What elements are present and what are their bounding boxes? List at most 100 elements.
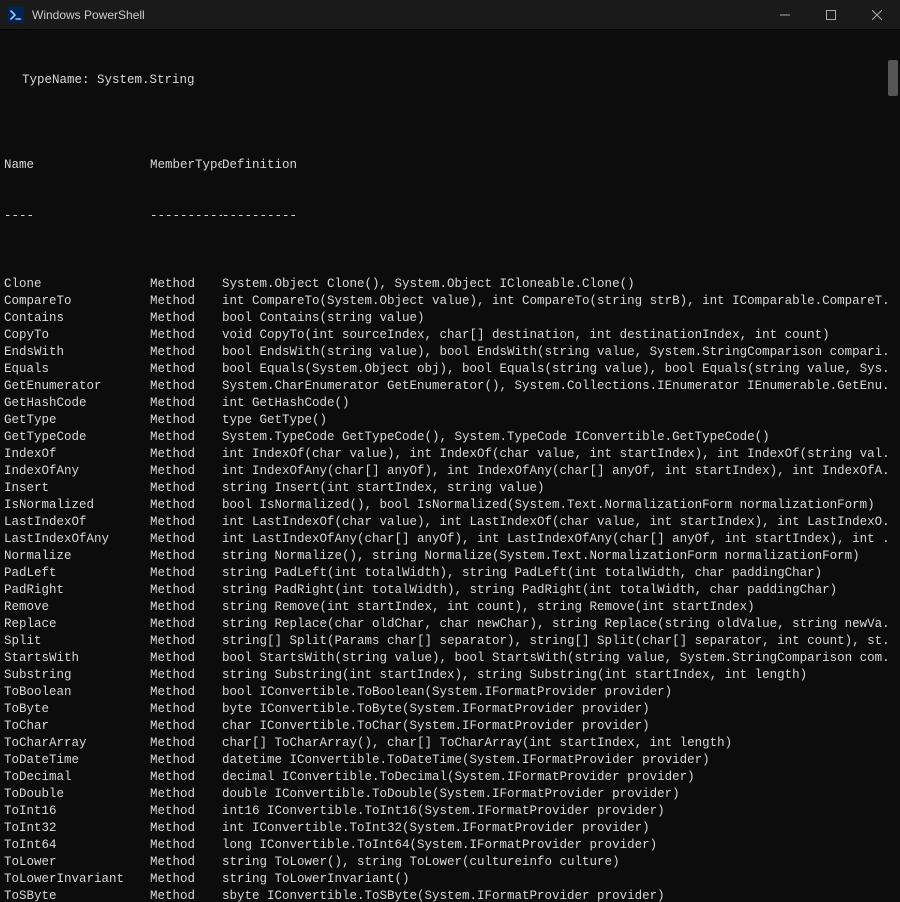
member-name: StartsWith [4, 650, 150, 667]
member-type: Method [150, 582, 222, 599]
member-name: ToInt32 [4, 820, 150, 837]
member-type: Method [150, 871, 222, 888]
member-type: Method [150, 854, 222, 871]
member-row: SplitMethodstring[] Split(Params char[] … [4, 633, 890, 650]
member-definition: sbyte IConvertible.ToSByte(System.IForma… [222, 888, 890, 902]
member-row: ReplaceMethodstring Replace(char oldChar… [4, 616, 890, 633]
member-row: ToInt32Methodint IConvertible.ToInt32(Sy… [4, 820, 890, 837]
member-definition: bool Contains(string value) [222, 310, 890, 327]
member-name: GetHashCode [4, 395, 150, 412]
member-type: Method [150, 446, 222, 463]
member-definition: bool StartsWith(string value), bool Star… [222, 650, 890, 667]
minimize-button[interactable] [762, 0, 808, 30]
member-definition: int LastIndexOfAny(char[] anyOf), int La… [222, 531, 890, 548]
member-row: ToLowerInvariantMethodstring ToLowerInva… [4, 871, 890, 888]
member-definition: byte IConvertible.ToByte(System.IFormatP… [222, 701, 890, 718]
member-name: ToDecimal [4, 769, 150, 786]
header-row: Name MemberType Definition [4, 157, 890, 174]
member-name: Contains [4, 310, 150, 327]
scrollbar[interactable] [886, 30, 900, 902]
member-name: Split [4, 633, 150, 650]
member-type: Method [150, 735, 222, 752]
member-type: Method [150, 497, 222, 514]
member-name: PadLeft [4, 565, 150, 582]
member-row: ToCharArrayMethodchar[] ToCharArray(), c… [4, 735, 890, 752]
member-name: Equals [4, 361, 150, 378]
member-type: Method [150, 480, 222, 497]
member-row: EndsWithMethodbool EndsWith(string value… [4, 344, 890, 361]
member-row: ContainsMethodbool Contains(string value… [4, 310, 890, 327]
member-type: Method [150, 463, 222, 480]
member-definition: int16 IConvertible.ToInt16(System.IForma… [222, 803, 890, 820]
member-name: ToBoolean [4, 684, 150, 701]
member-definition: string Replace(char oldChar, char newCha… [222, 616, 890, 633]
member-row: ToDateTimeMethoddatetime IConvertible.To… [4, 752, 890, 769]
member-type: Method [150, 786, 222, 803]
member-definition: void CopyTo(int sourceIndex, char[] dest… [222, 327, 890, 344]
member-name: ToByte [4, 701, 150, 718]
member-type: Method [150, 820, 222, 837]
member-type: Method [150, 752, 222, 769]
member-row: SubstringMethodstring Substring(int star… [4, 667, 890, 684]
member-name: GetEnumerator [4, 378, 150, 395]
member-definition: string Remove(int startIndex, int count)… [222, 599, 890, 616]
dashes-name: ---- [4, 208, 150, 225]
member-type: Method [150, 276, 222, 293]
member-name: Normalize [4, 548, 150, 565]
member-row: IsNormalizedMethodbool IsNormalized(), b… [4, 497, 890, 514]
member-definition: string Normalize(), string Normalize(Sys… [222, 548, 890, 565]
member-definition: System.Object Clone(), System.Object ICl… [222, 276, 890, 293]
member-type: Method [150, 310, 222, 327]
member-type: Method [150, 378, 222, 395]
maximize-button[interactable] [808, 0, 854, 30]
member-name: LastIndexOfAny [4, 531, 150, 548]
member-definition: long IConvertible.ToInt64(System.IFormat… [222, 837, 890, 854]
member-type: Method [150, 837, 222, 854]
member-type: Method [150, 514, 222, 531]
member-type: Method [150, 718, 222, 735]
member-type: Method [150, 888, 222, 902]
member-name: GetTypeCode [4, 429, 150, 446]
member-definition: bool Equals(System.Object obj), bool Equ… [222, 361, 890, 378]
member-name: IsNormalized [4, 497, 150, 514]
member-row: ToBooleanMethodbool IConvertible.ToBoole… [4, 684, 890, 701]
close-button[interactable] [854, 0, 900, 30]
window-buttons [762, 0, 900, 30]
member-type: Method [150, 599, 222, 616]
powershell-icon [8, 7, 24, 23]
member-row: PadLeftMethodstring PadLeft(int totalWid… [4, 565, 890, 582]
dashes-def: ---------- [222, 208, 890, 225]
divider-row: ---- ---------- ---------- [4, 208, 890, 225]
member-type: Method [150, 429, 222, 446]
member-row: InsertMethodstring Insert(int startIndex… [4, 480, 890, 497]
member-type: Method [150, 548, 222, 565]
scroll-thumb[interactable] [888, 60, 898, 96]
member-definition: System.TypeCode GetTypeCode(), System.Ty… [222, 429, 890, 446]
member-definition: char[] ToCharArray(), char[] ToCharArray… [222, 735, 890, 752]
member-definition: int GetHashCode() [222, 395, 890, 412]
dashes-type: ---------- [150, 208, 222, 225]
member-name: Replace [4, 616, 150, 633]
member-name: ToInt16 [4, 803, 150, 820]
member-definition: string ToLowerInvariant() [222, 871, 890, 888]
member-type: Method [150, 616, 222, 633]
terminal-content[interactable]: TypeName: System.String Name MemberType … [0, 30, 900, 902]
member-row: LastIndexOfAnyMethodint LastIndexOfAny(c… [4, 531, 890, 548]
member-row: RemoveMethodstring Remove(int startIndex… [4, 599, 890, 616]
titlebar[interactable]: Windows PowerShell [0, 0, 900, 30]
member-row: ToDecimalMethoddecimal IConvertible.ToDe… [4, 769, 890, 786]
member-name: Insert [4, 480, 150, 497]
member-row: LastIndexOfMethodint LastIndexOf(char va… [4, 514, 890, 531]
member-row: GetHashCodeMethodint GetHashCode() [4, 395, 890, 412]
member-type: Method [150, 344, 222, 361]
member-definition: bool EndsWith(string value), bool EndsWi… [222, 344, 890, 361]
member-row: ToInt64Methodlong IConvertible.ToInt64(S… [4, 837, 890, 854]
member-row: StartsWithMethodbool StartsWith(string v… [4, 650, 890, 667]
member-definition: char IConvertible.ToChar(System.IFormatP… [222, 718, 890, 735]
member-name: Substring [4, 667, 150, 684]
member-row: CloneMethodSystem.Object Clone(), System… [4, 276, 890, 293]
member-name: GetType [4, 412, 150, 429]
member-name: IndexOfAny [4, 463, 150, 480]
member-type: Method [150, 361, 222, 378]
member-type: Method [150, 803, 222, 820]
